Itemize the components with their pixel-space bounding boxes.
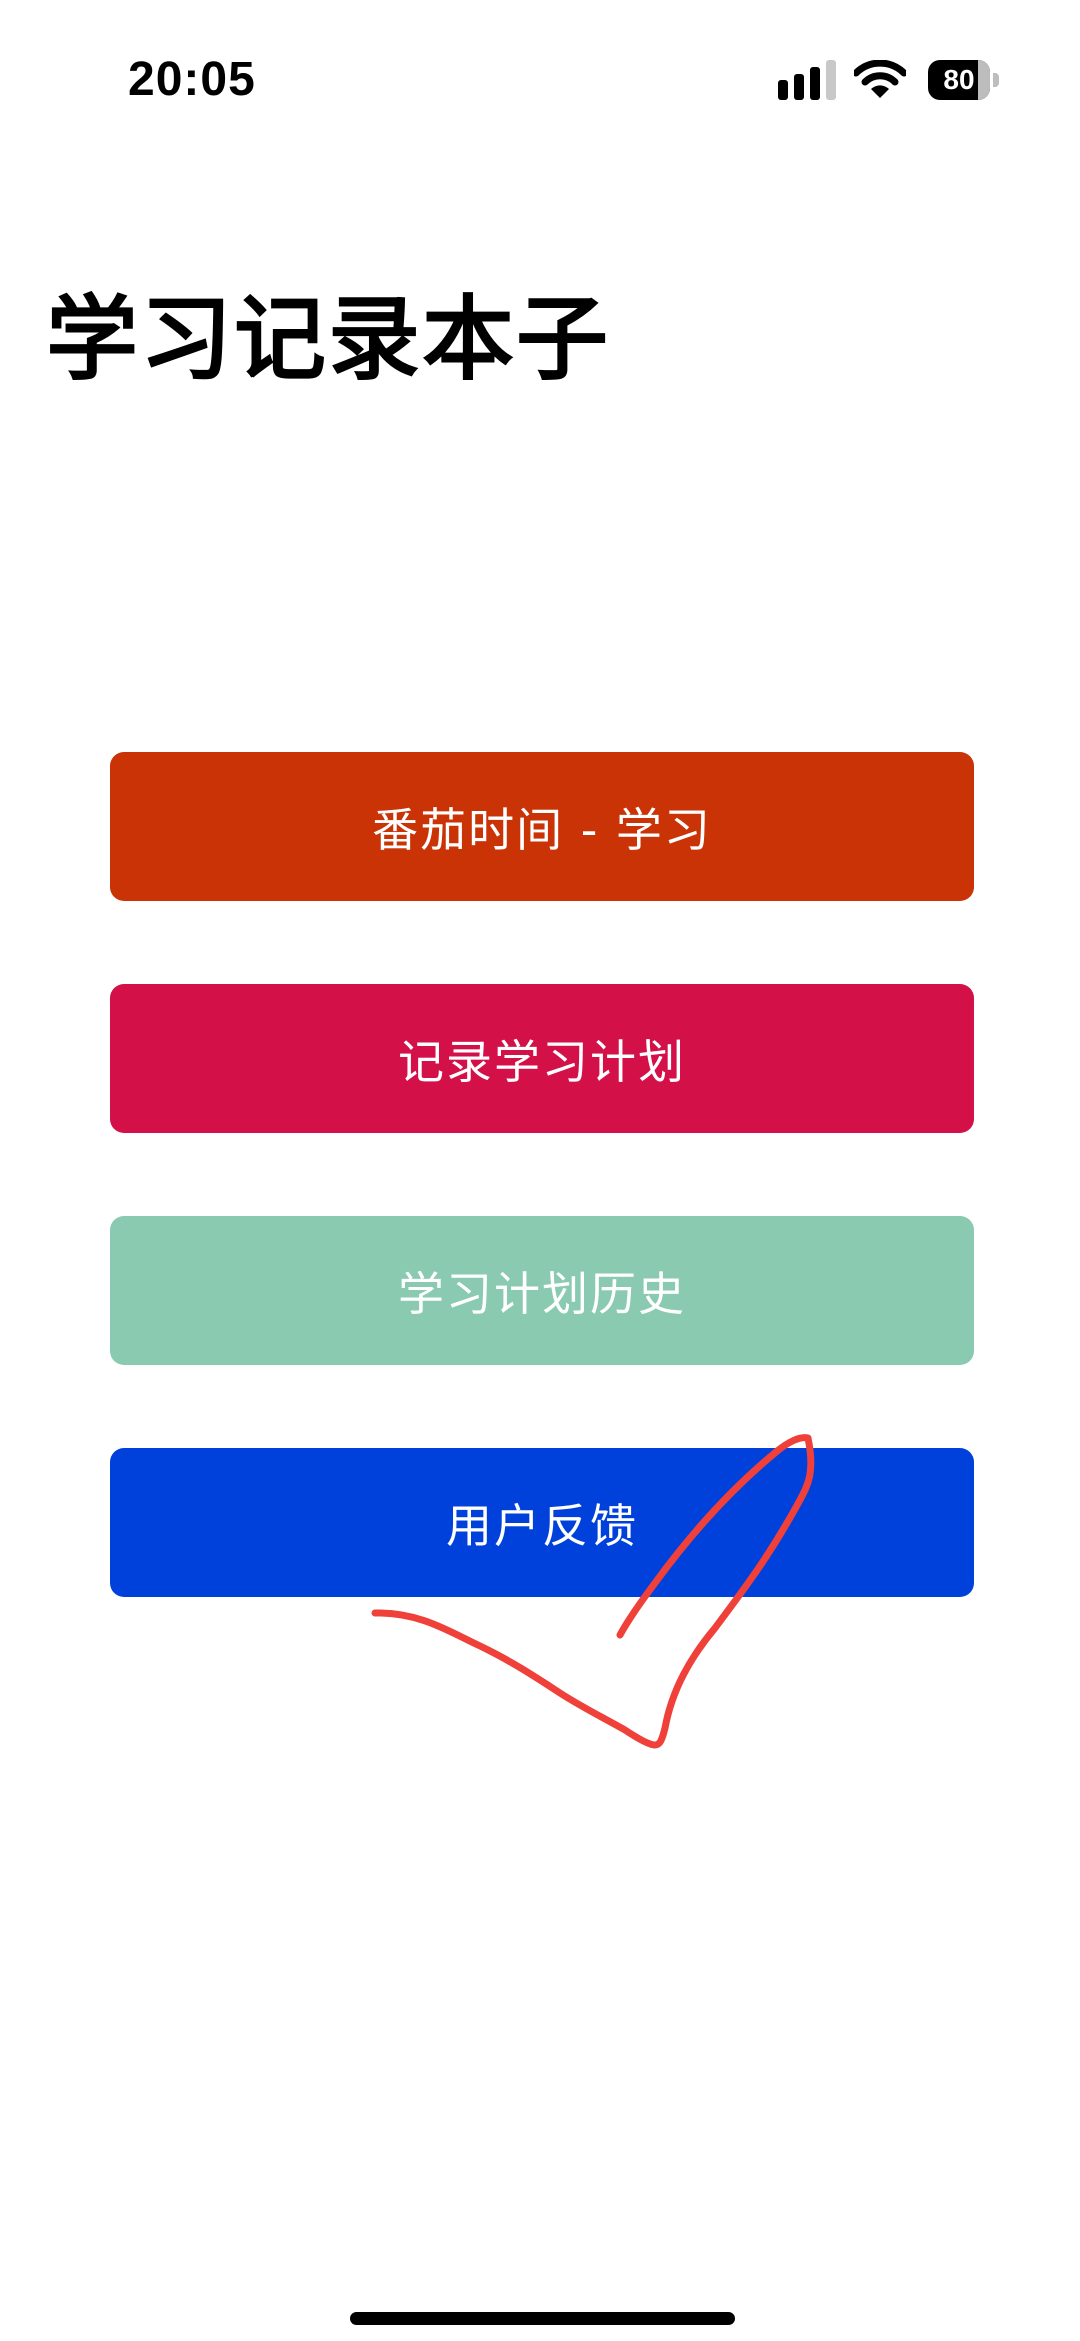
study-plan-history-button[interactable]: 学习计划历史 (110, 1216, 974, 1365)
status-bar: 20:05 80 (0, 0, 1080, 160)
battery-body: 80 (928, 60, 990, 100)
wifi-icon (854, 60, 906, 98)
pomodoro-study-button[interactable]: 番茄时间 - 学习 (110, 752, 974, 901)
status-icons: 80 (778, 58, 1000, 102)
record-study-plan-button[interactable]: 记录学习计划 (110, 984, 974, 1133)
battery-icon: 80 (928, 60, 1000, 100)
battery-nub (993, 73, 999, 87)
user-feedback-button[interactable]: 用户反馈 (110, 1448, 974, 1597)
status-time: 20:05 (128, 53, 256, 106)
main-menu: 番茄时间 - 学习 记录学习计划 学习计划历史 用户反馈 (110, 752, 974, 1680)
battery-level: 80 (943, 64, 975, 95)
home-indicator[interactable] (350, 2312, 735, 2325)
page-title: 学习记录本子 (46, 286, 611, 393)
cellular-signal-icon (778, 60, 836, 100)
